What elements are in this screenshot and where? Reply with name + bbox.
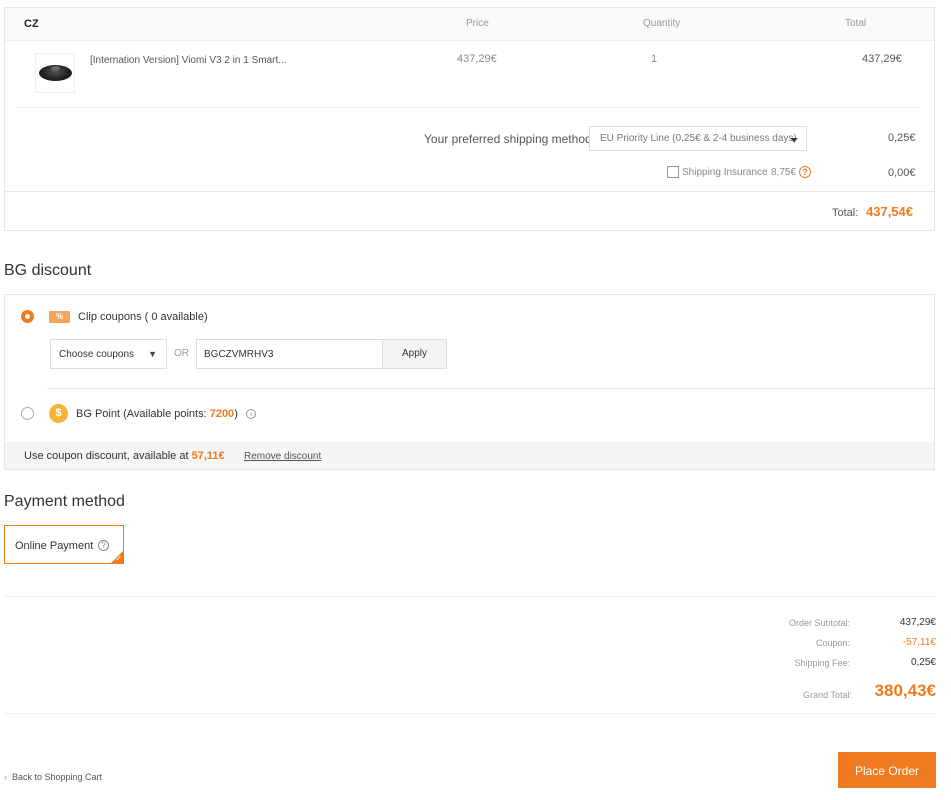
caret-down-icon (790, 138, 798, 142)
coupon-summary-value: -57,11€ (902, 637, 936, 648)
divider (5, 191, 934, 192)
order-total-value: 437,54€ (866, 204, 913, 219)
shipping-insurance-price: 8,75€ (771, 167, 797, 178)
price-column-header: Price (466, 18, 489, 29)
coupon-summary-label: Coupon: (815, 638, 850, 648)
coupon-discount-amount: 57,11€ (191, 450, 225, 462)
online-payment-option[interactable]: Online Payment ? ✓ (4, 525, 124, 564)
subtotal-label: Order Subtotal: (788, 618, 850, 628)
shipping-method-select[interactable]: EU Priority Line (0,25€ & 2-4 business d… (589, 126, 807, 151)
bg-point-suffix: ) (234, 408, 238, 420)
choose-coupons-select[interactable]: Choose coupons ▼ (50, 339, 167, 369)
info-icon[interactable]: i (246, 409, 256, 419)
shipping-method-value: EU Priority Line (0,25€ & 2-4 business d… (600, 133, 797, 144)
divider (4, 596, 935, 597)
coupon-icon: % (49, 311, 70, 323)
coupon-code-input[interactable] (196, 339, 383, 369)
payment-section-title: Payment method (4, 493, 125, 510)
order-total-label: Total: (832, 207, 859, 219)
divider (18, 107, 920, 108)
shipping-fee-summary-label: Shipping Fee: (794, 658, 850, 668)
subtotal-value: 437,29€ (899, 617, 936, 628)
coin-icon: $ (49, 404, 68, 423)
clip-coupons-label[interactable]: Clip coupons ( 0 available) (78, 311, 208, 323)
product-price: 437,29€ (457, 53, 497, 65)
total-column-header: Total (845, 18, 867, 29)
back-to-cart-link[interactable]: ‹ Back to Shopping Cart (4, 772, 102, 782)
bg-point-label[interactable]: BG Point (Available points: 7200) (76, 408, 238, 420)
online-payment-label: Online Payment (15, 540, 94, 552)
question-icon[interactable]: ? (98, 540, 109, 551)
shipping-insurance-fee: 0,00€ (888, 167, 916, 179)
shipping-fee-summary-value: 0,25€ (910, 657, 936, 668)
bg-point-prefix: BG Point (Available points: (76, 408, 210, 420)
product-name[interactable]: [Internation Version] Viomi V3 2 in 1 Sm… (90, 55, 287, 66)
choose-coupons-label: Choose coupons (59, 349, 135, 360)
remove-discount-link[interactable]: Remove discount (244, 451, 321, 462)
bg-point-value: 7200 (209, 408, 235, 420)
question-icon[interactable]: ? (799, 166, 811, 178)
quantity-column-header: Quantity (643, 18, 681, 29)
shipping-insurance-checkbox[interactable] (667, 166, 679, 178)
chevron-left-icon: ‹ (4, 772, 7, 782)
divider (47, 388, 934, 389)
shipping-insurance-label[interactable]: Shipping Insurance (682, 167, 768, 178)
divider (4, 713, 935, 714)
coupon-discount-note: Use coupon discount, available at 57,11€ (24, 450, 225, 462)
or-separator: OR (174, 348, 189, 359)
coupon-discount-text: Use coupon discount, available at (24, 450, 192, 462)
clip-coupons-radio[interactable] (21, 310, 34, 323)
product-total: 437,29€ (862, 53, 902, 65)
shipping-fee: 0,25€ (888, 132, 916, 144)
place-order-button[interactable]: Place Order (838, 752, 936, 788)
shipping-method-label: Your preferred shipping method: (424, 132, 595, 146)
caret-down-icon: ▼ (148, 349, 157, 359)
discount-section-title: BG discount (4, 262, 92, 279)
apply-button[interactable]: Apply (382, 339, 447, 369)
check-icon: ✓ (115, 554, 122, 563)
bg-point-radio[interactable] (21, 407, 34, 420)
back-to-cart-label: Back to Shopping Cart (12, 772, 103, 782)
grand-total-value: 380,43€ (874, 681, 936, 700)
robot-vacuum-sensor (51, 66, 60, 71)
product-quantity: 1 (651, 53, 658, 65)
product-image[interactable] (35, 53, 75, 93)
country-label: CZ (24, 18, 39, 30)
